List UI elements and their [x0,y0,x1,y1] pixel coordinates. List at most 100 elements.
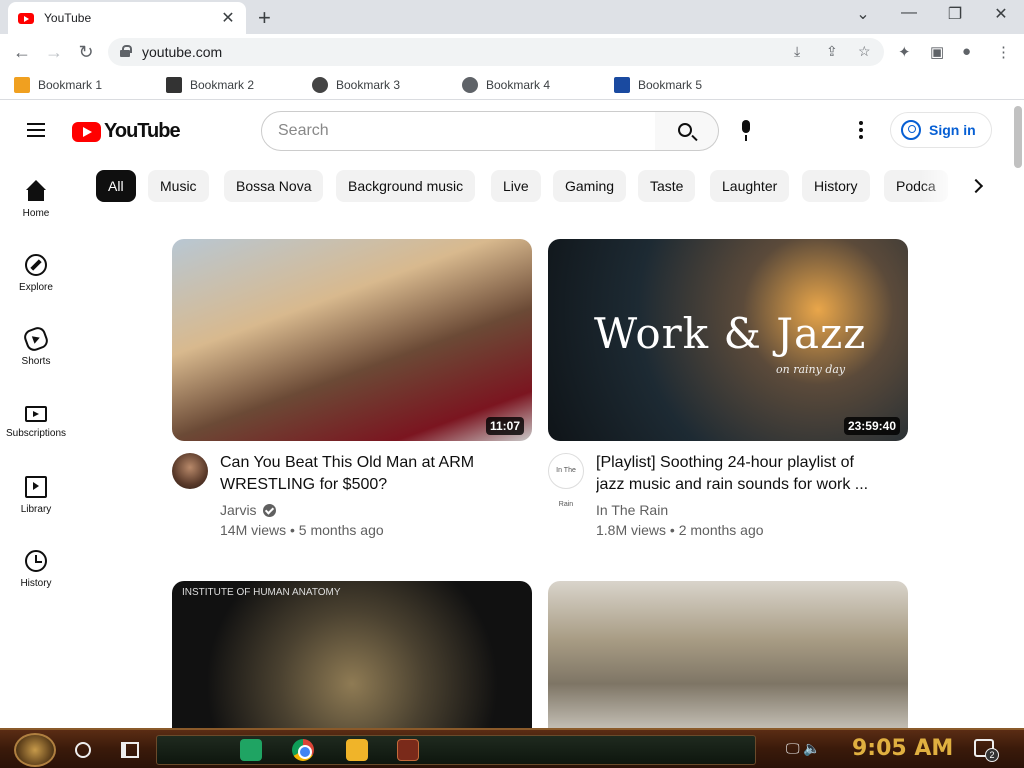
bookmarks-bar: Bookmark 1 Bookmark 2 Bookmark 3 Bookmar… [0,70,1024,100]
guide-label: History [20,578,52,589]
system-tray[interactable]: 🖵 🔈 [786,740,821,757]
bookmark-label: Bookmark 2 [190,78,255,92]
side-panel-icon[interactable]: ▣ [930,43,944,61]
guide-item-subscriptions[interactable]: Subscriptions [0,402,72,462]
taskbar: 🖵 🔈 9:05 AM 2 [0,728,1024,768]
verified-badge-icon [262,503,276,517]
search-button[interactable] [655,111,719,151]
share-icon[interactable]: ⇪ [826,43,838,60]
video-thumbnail[interactable]: Work & Jazz on rainy day 23:59:40 [548,239,908,441]
account-icon [901,120,921,140]
tab-youtube[interactable]: YouTube ✕ [8,2,246,34]
chip-laughter[interactable]: Laughter [710,170,790,202]
file-explorer-icon[interactable] [346,739,368,761]
task-view-icon[interactable] [121,742,139,758]
video-thumbnail[interactable]: 11:07 [172,239,532,441]
new-tab-button[interactable]: + [258,5,271,31]
tab-title: YouTube [44,11,92,25]
scrollbar-thumb[interactable] [1014,106,1022,168]
chip-fade [920,170,960,202]
extensions-icon[interactable]: ✦ [898,43,911,61]
search-input[interactable] [278,122,638,140]
video-thumbnail[interactable]: INSTITUTE OF HUMAN ANATOMY [172,581,532,728]
page-scrollbar[interactable] [1012,106,1024,728]
youtube-logo[interactable]: YouTube [72,120,181,143]
video-thumbnail[interactable] [548,581,908,728]
sheets-app-icon[interactable] [240,739,262,761]
chrome-app-icon[interactable] [292,739,314,761]
bookmark-label: Bookmark 5 [638,78,703,92]
explore-icon [25,254,47,276]
youtube-favicon-icon [18,12,34,24]
channel-name[interactable]: Jarvis [220,502,257,518]
guide-menu-icon[interactable] [27,123,45,137]
install-app-icon[interactable]: ⤓ [794,43,800,60]
forward-button[interactable]: → [42,40,66,64]
search-box[interactable] [261,111,656,151]
chip-history[interactable]: History [802,170,870,202]
channel-avatar[interactable]: In The Rain [548,453,584,508]
guide-item-library[interactable]: Library [0,476,72,536]
screen: YouTube ✕ + ⌄ — ❐ ✕ ← → ↻ youtube.com ⤓ … [0,0,1024,768]
guide-item-shorts[interactable]: Shorts [0,324,72,388]
guide-label: Home [22,208,50,219]
url-text[interactable]: youtube.com [142,44,222,60]
browser-toolbar: ← → ↻ youtube.com ⤓ ⇪ ☆ ✦ ▣ ● ⋮ [0,34,1024,70]
chip-taste[interactable]: Taste [638,170,696,202]
bookmark-label: Bookmark 1 [38,78,103,92]
chip-all[interactable]: All [96,170,136,202]
start-button[interactable] [14,733,56,767]
voice-search-icon[interactable] [739,120,753,142]
close-window-button[interactable]: ✕ [986,4,1016,24]
library-icon [25,476,47,498]
bookmark-item[interactable]: Bookmark 1 [14,74,102,96]
back-button[interactable]: ← [10,40,34,64]
restore-button[interactable]: ❐ [940,4,970,24]
bookmark-item[interactable]: Bookmark 4 [462,74,550,96]
pinned-app-icon[interactable] [397,739,419,761]
youtube-play-logo-icon [72,121,101,142]
search-circle-icon[interactable] [75,742,91,758]
channel-name[interactable]: In The Rain [596,502,668,518]
subscriptions-icon [25,406,47,422]
video-title[interactable]: [Playlist] Soothing 24-hour playlist of … [596,452,881,496]
thumbnail-overlay-subtitle: on rainy day [776,363,846,376]
minimize-button[interactable]: — [894,4,924,22]
chip-background-music[interactable]: Background music [336,170,476,202]
profile-icon[interactable]: ● [962,43,971,60]
channel-name-row[interactable]: Jarvis [220,502,276,518]
bookmark-item[interactable]: Bookmark 2 [166,74,254,96]
bookmark-item[interactable]: Bookmark 5 [614,74,702,96]
guide-item-home[interactable]: Home [0,180,72,240]
sign-in-button[interactable]: Sign in [890,112,992,148]
chip-gaming[interactable]: Gaming [553,170,627,202]
guide-label: Subscriptions [5,428,67,439]
tab-search-button[interactable]: ⌄ [848,4,878,24]
channel-avatar[interactable] [172,453,208,489]
channel-name-row[interactable]: In The Rain [596,502,668,518]
guide-item-explore[interactable]: Explore [0,254,72,314]
bookmark-star-icon[interactable]: ☆ [858,43,871,60]
chevron-right-icon[interactable] [966,176,986,196]
chip-live[interactable]: Live [491,170,541,202]
lock-icon[interactable] [120,45,132,57]
chip-music[interactable]: Music [148,170,209,202]
video-metadata: 1.8M views • 2 months ago [596,522,764,538]
bookmark-item[interactable]: Bookmark 3 [312,74,400,96]
chip-bossa-nova[interactable]: Bossa Nova [224,170,324,202]
chrome-menu-icon[interactable]: ⋮ [996,43,1011,61]
tab-close-button[interactable]: ✕ [220,8,236,28]
search-icon [678,123,692,137]
bookmark-favicon-icon [14,77,30,93]
guide-item-history[interactable]: History [0,550,72,610]
history-icon [25,550,47,572]
video-title[interactable]: Can You Beat This Old Man at ARM WRESTLI… [220,452,505,496]
youtube-masthead: YouTube Sign in [0,106,1012,156]
logo-text: YouTube [104,120,181,142]
settings-menu-icon[interactable] [859,121,863,139]
reload-button[interactable]: ↻ [74,40,98,64]
taskbar-clock[interactable]: 9:05 AM [852,736,953,761]
guide-label: Library [20,504,52,515]
address-bar[interactable]: youtube.com ⤓ ⇪ ☆ [108,38,884,66]
thumbnail-overlay-logo: INSTITUTE OF HUMAN ANATOMY [182,587,341,598]
